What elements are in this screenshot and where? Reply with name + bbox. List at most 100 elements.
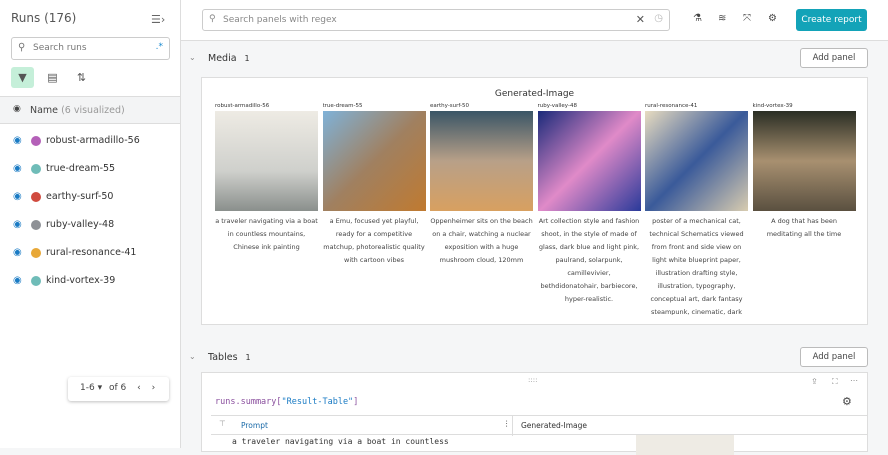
run-name[interactable]: kind-vortex-39 (46, 275, 115, 286)
run-name[interactable]: earthy-surf-50 (46, 191, 113, 202)
section-count: 1 (244, 54, 250, 63)
prev-page-icon[interactable]: ‹ (137, 383, 141, 393)
runs-sidebar: Runs (176) ☰› ⚲ Search runs .* ▼ ▤ ⇅ ◉ N… (0, 0, 181, 448)
runs-title: Runs (176) (11, 11, 77, 25)
search-placeholder: Search panels with regex (223, 15, 337, 25)
more-icon[interactable]: ⋯ (850, 376, 858, 385)
generated-image[interactable] (215, 111, 318, 211)
page-total: of 6 (108, 383, 127, 393)
share-icon[interactable]: ⤧ (743, 13, 751, 24)
generated-image[interactable] (430, 111, 533, 211)
eye-icon[interactable]: ◉ (13, 135, 22, 146)
clear-icon[interactable]: ✕ (636, 13, 645, 26)
layers-icon[interactable]: ≋ (718, 13, 726, 24)
drag-handle[interactable]: :::: (528, 376, 537, 384)
column-prompt[interactable]: Prompt (241, 421, 268, 430)
image-caption: a Emu, focused yet playful, ready for a … (323, 217, 425, 264)
run-item[interactable]: ◉ ruby-valley-48 (0, 216, 180, 236)
media-image-card: rural-resonance-41 poster of a mechanical… (645, 103, 748, 315)
section-title: Tables (208, 352, 238, 363)
run-item[interactable]: ◉ rural-resonance-41 (0, 244, 180, 264)
run-name[interactable]: rural-resonance-41 (46, 247, 136, 258)
run-color-dot[interactable] (31, 220, 41, 230)
gear-icon[interactable]: ⚙ (842, 395, 852, 408)
eye-icon[interactable]: ◉ (13, 104, 21, 114)
media-panel: Generated-Image robust-armadillo-56 a tra… (201, 77, 868, 325)
beaker-icon[interactable]: ⚗ (693, 13, 702, 24)
columns-toggle-icon[interactable]: ☰› (151, 13, 165, 26)
image-caption: Art collection style and fashion shoot, … (538, 217, 640, 303)
image-caption: Oppenheimer sits on the beach on a chair… (430, 217, 533, 264)
generated-image[interactable] (322, 111, 426, 211)
run-color-dot[interactable] (31, 164, 41, 174)
search-placeholder: Search runs (33, 43, 87, 53)
image-caption: poster of a mechanical cat, technical Sc… (649, 217, 744, 315)
media-section-header[interactable]: ⌄ Media 1 (189, 53, 250, 64)
media-image-card: earthy-surf-50 Oppenheimer sits on the be… (430, 103, 533, 315)
column-menu-icon[interactable]: ⋮ (503, 419, 511, 428)
run-color-dot[interactable] (31, 192, 41, 202)
fullscreen-icon[interactable]: ⛶ (832, 377, 838, 387)
section-title: Media (208, 53, 237, 64)
eye-icon[interactable]: ◉ (13, 219, 22, 230)
run-color-dot[interactable] (31, 136, 41, 146)
column-generated-image[interactable]: Generated-Image (521, 421, 587, 430)
name-column-header[interactable]: ◉ Name (6 visualized) (0, 96, 180, 124)
add-panel-button[interactable]: Add panel (800, 347, 868, 367)
regex-toggle[interactable]: .* (156, 42, 163, 52)
chevron-down-icon[interactable]: ⌄ (189, 352, 196, 361)
eye-icon[interactable]: ◉ (13, 275, 22, 286)
table-cell-prompt: a traveler navigating via a boat in coun… (232, 437, 449, 446)
run-name[interactable]: true-dream-55 (46, 163, 115, 174)
run-color-dot[interactable] (31, 248, 41, 258)
export-icon[interactable]: ⇪ (811, 377, 818, 386)
eye-icon[interactable]: ◉ (13, 191, 22, 202)
chevron-down-icon[interactable]: ⌄ (189, 53, 196, 62)
filter-icon[interactable]: ⊤ (219, 419, 226, 428)
tables-section-header[interactable]: ⌄ Tables 1 (189, 352, 251, 363)
name-label: Name (30, 105, 59, 116)
eye-icon[interactable]: ◉ (13, 247, 22, 258)
table-header: ⊤ Prompt ⋮ Generated-Image (211, 415, 867, 436)
media-image-card: robust-armadillo-56 a traveler navigating… (215, 103, 318, 315)
search-icon: ⚲ (209, 14, 216, 24)
pagination: 1-6 ▾ of 6 ‹ › (68, 377, 169, 401)
image-run-label: ruby-valley-48 (537, 103, 577, 109)
media-image-card: true-dream-55 a Emu, focused yet playful,… (322, 103, 426, 315)
image-run-label: true-dream-55 (322, 103, 363, 109)
eye-icon[interactable]: ◉ (13, 163, 22, 174)
table-panel: :::: ⇪ ⛶ ⋯ runs.summary["Result-Table"] … (201, 372, 868, 455)
top-bar: ⚲ Search panels with regex ✕ ◷ ⚗ ≋ ⤧ ⚙ C… (181, 0, 888, 41)
run-color-dot[interactable] (31, 276, 41, 286)
create-report-button[interactable]: Create report (796, 9, 867, 31)
run-item[interactable]: ◉ earthy-surf-50 (0, 188, 180, 208)
image-caption: A dog that has been meditating all the t… (766, 217, 842, 238)
search-icon: ⚲ (18, 42, 26, 53)
filter-button[interactable]: ▼ (11, 67, 34, 88)
history-icon[interactable]: ◷ (654, 13, 663, 24)
gear-icon[interactable]: ⚙ (768, 13, 777, 24)
media-image-card: ruby-valley-48 Art collection style and f… (537, 103, 641, 315)
run-item[interactable]: ◉ true-dream-55 (0, 160, 180, 180)
generated-image[interactable] (645, 111, 748, 211)
sort-button[interactable]: ⇅ (70, 67, 93, 88)
generated-image[interactable] (537, 111, 641, 211)
add-panel-button[interactable]: Add panel (800, 48, 868, 68)
search-panels-input[interactable]: ⚲ Search panels with regex ✕ ◷ (202, 9, 670, 31)
run-item[interactable]: ◉ kind-vortex-39 (0, 272, 180, 292)
table-query[interactable]: runs.summary["Result-Table"] (215, 397, 358, 407)
table-cell-image (636, 435, 734, 455)
run-item[interactable]: ◉ robust-armadillo-56 (0, 132, 180, 152)
visualized-count: (6 visualized) (61, 105, 125, 116)
image-caption: a traveler navigating via a boat in coun… (215, 217, 318, 251)
image-run-label: rural-resonance-41 (645, 103, 698, 109)
search-runs-input[interactable]: ⚲ Search runs .* (11, 37, 170, 60)
image-run-label: kind-vortex-39 (752, 103, 793, 109)
page-range[interactable]: 1-6 (80, 383, 95, 393)
next-page-icon[interactable]: › (152, 383, 156, 393)
image-run-label: robust-armadillo-56 (215, 103, 270, 109)
run-name[interactable]: robust-armadillo-56 (46, 135, 140, 146)
generated-image[interactable] (752, 111, 856, 211)
run-name[interactable]: ruby-valley-48 (46, 219, 114, 230)
group-button[interactable]: ▤ (41, 67, 64, 88)
